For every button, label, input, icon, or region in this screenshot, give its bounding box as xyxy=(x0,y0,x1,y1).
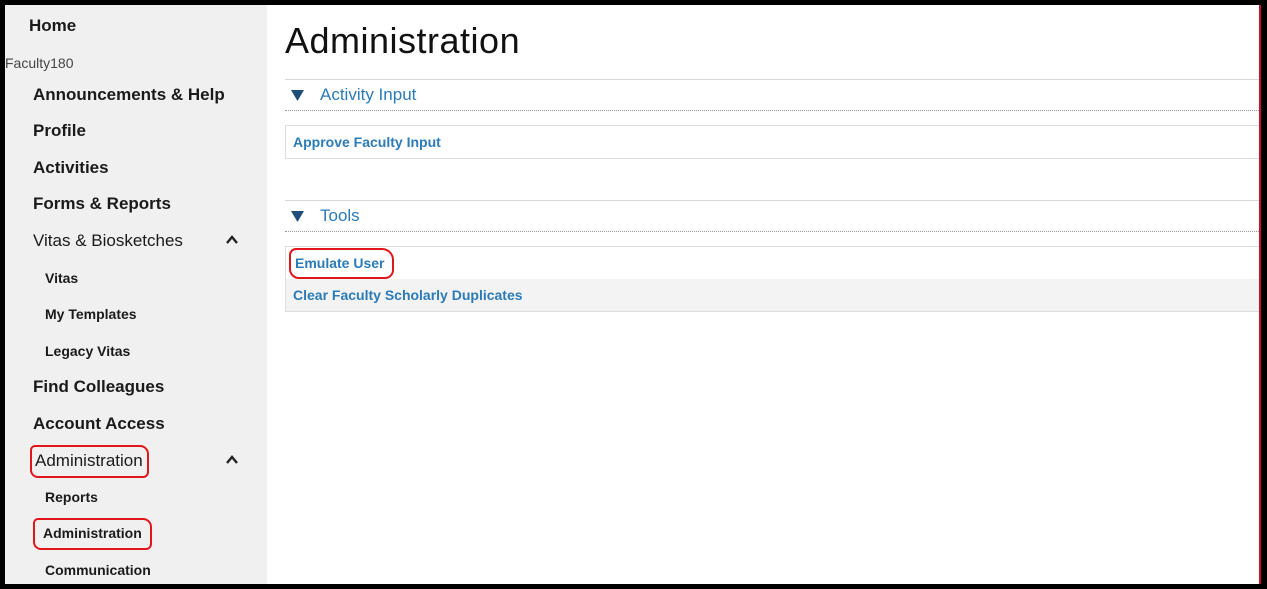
tools-links: Emulate User Clear Faculty Scholarly Dup… xyxy=(285,246,1261,312)
nav-my-templates[interactable]: My Templates xyxy=(5,304,267,324)
page-title: Administration xyxy=(285,20,521,61)
nav-administration-active[interactable]: Administration xyxy=(5,518,267,550)
activity-input-links: Approve Faculty Input xyxy=(285,125,1261,159)
section-tools-title: Tools xyxy=(320,206,360,225)
nav-reports-label: Reports xyxy=(45,489,98,505)
nav-communication-label: Communication xyxy=(45,562,151,578)
nav-home-label: Home xyxy=(29,16,77,35)
nav-forms-reports-label: Forms & Reports xyxy=(33,194,171,213)
link-approve-faculty-input[interactable]: Approve Faculty Input xyxy=(286,126,1260,158)
nav-find-colleagues[interactable]: Find Colleagues xyxy=(5,376,267,398)
triangle-down-icon xyxy=(291,90,304,101)
caret-up-icon[interactable] xyxy=(225,233,239,247)
nav-administration-active-label: Administration xyxy=(33,518,152,550)
nav-legacy-vitas-label: Legacy Vitas xyxy=(45,343,131,359)
nav-activities[interactable]: Activities xyxy=(5,157,267,179)
nav-account-access-label: Account Access xyxy=(33,414,165,433)
nav-find-colleagues-label: Find Colleagues xyxy=(33,377,165,396)
nav-home[interactable]: Home xyxy=(5,15,267,37)
sidebar: Home Faculty180 Announcements & Help Pro… xyxy=(5,5,267,584)
nav-communication[interactable]: Communication xyxy=(5,560,267,580)
link-approve-faculty-input-label: Approve Faculty Input xyxy=(293,134,441,150)
nav-vitas-biosketches-label: Vitas & Biosketches xyxy=(33,231,183,250)
nav-legacy-vitas[interactable]: Legacy Vitas xyxy=(5,341,267,361)
sidebar-brand: Faculty180 xyxy=(5,55,74,71)
triangle-down-icon xyxy=(291,211,304,222)
app-frame: Home Faculty180 Announcements & Help Pro… xyxy=(5,5,1261,584)
section-tools-toggle[interactable]: Tools xyxy=(285,200,1261,232)
nav-announcements-label: Announcements & Help xyxy=(33,85,225,104)
nav-profile[interactable]: Profile xyxy=(5,120,267,142)
section-activity-input-title: Activity Input xyxy=(320,85,417,104)
frame-edge xyxy=(1259,5,1261,584)
nav-vitas[interactable]: Vitas xyxy=(5,268,267,288)
link-emulate-user[interactable]: Emulate User xyxy=(286,247,1260,279)
link-clear-faculty-scholarly-duplicates[interactable]: Clear Faculty Scholarly Duplicates xyxy=(286,279,1260,311)
link-emulate-user-label: Emulate User xyxy=(289,248,395,279)
link-clear-duplicates-label: Clear Faculty Scholarly Duplicates xyxy=(293,287,523,303)
nav-vitas-biosketches[interactable]: Vitas & Biosketches xyxy=(5,230,267,252)
nav-forms-reports[interactable]: Forms & Reports xyxy=(5,193,267,215)
nav-activities-label: Activities xyxy=(33,158,109,177)
nav-vitas-label: Vitas xyxy=(45,270,79,286)
nav-profile-label: Profile xyxy=(33,121,86,140)
nav-administration[interactable]: Administration xyxy=(5,445,267,478)
nav-announcements-help[interactable]: Announcements & Help xyxy=(5,84,267,106)
nav-administration-label: Administration xyxy=(30,445,149,478)
nav-account-access[interactable]: Account Access xyxy=(5,413,267,435)
nav-my-templates-label: My Templates xyxy=(45,306,137,322)
nav-reports[interactable]: Reports xyxy=(5,487,267,507)
caret-up-icon[interactable] xyxy=(225,453,239,467)
section-activity-input-toggle[interactable]: Activity Input xyxy=(285,79,1261,111)
main-content: Administration Activity Input Approve Fa… xyxy=(267,5,1261,584)
